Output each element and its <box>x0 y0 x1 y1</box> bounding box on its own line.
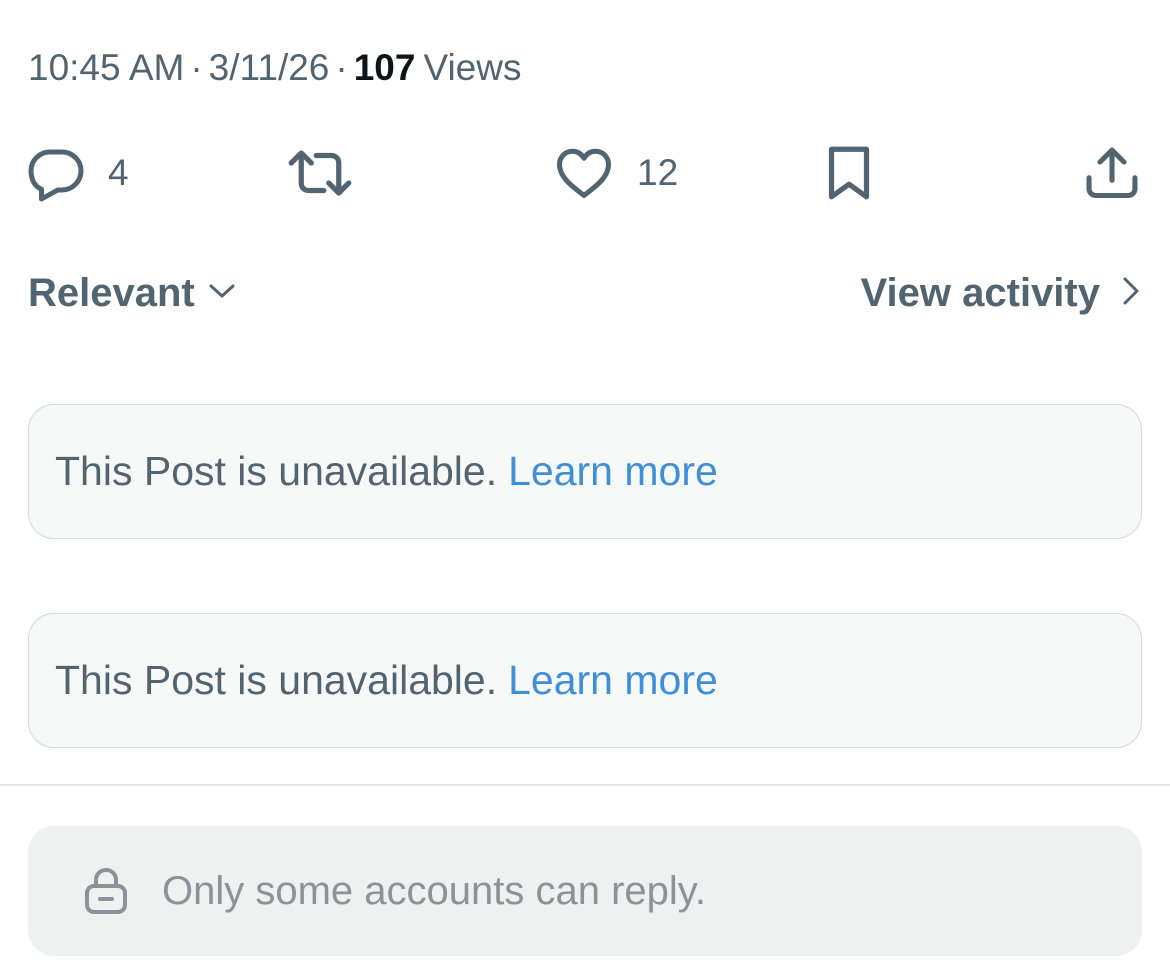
meta-separator: · <box>190 47 203 88</box>
share-button[interactable] <box>1083 138 1141 208</box>
views-label: Views <box>423 47 522 88</box>
repost-button[interactable] <box>286 138 354 208</box>
view-activity-label: View activity <box>860 270 1100 315</box>
repost-icon <box>286 143 354 203</box>
divider <box>0 784 1170 786</box>
unavailable-message: This Post is unavailable. <box>55 448 498 494</box>
reply-restriction-banner: Only some accounts can reply. <box>28 826 1142 956</box>
chevron-right-icon <box>1100 275 1140 312</box>
unavailable-post-card: This Post is unavailable. Learn more <box>28 404 1142 539</box>
unavailable-message: This Post is unavailable. <box>55 657 498 703</box>
post-detail-page: 10:45 AM · 3/11/26 · 107 Views 4 12 Rele… <box>0 0 1170 972</box>
learn-more-link[interactable]: Learn more <box>508 448 718 495</box>
post-date: 3/11/26 <box>208 47 330 88</box>
sort-label: Relevant <box>28 270 195 315</box>
replies-header: Relevant View activity <box>28 266 1140 320</box>
bookmark-icon <box>822 143 876 203</box>
view-activity-link[interactable]: View activity <box>861 266 1140 320</box>
heart-icon <box>553 143 615 203</box>
reply-count: 4 <box>108 152 129 193</box>
like-button[interactable]: 12 <box>553 138 678 208</box>
meta-separator: · <box>335 47 348 88</box>
post-meta: 10:45 AM · 3/11/26 · 107 Views <box>28 42 521 94</box>
like-count: 12 <box>637 152 679 193</box>
share-icon <box>1083 143 1141 203</box>
reply-restriction-text: Only some accounts can reply. <box>162 868 706 913</box>
reply-icon <box>26 143 86 203</box>
unavailable-post-card: This Post is unavailable. Learn more <box>28 613 1142 748</box>
chevron-down-icon <box>195 281 237 306</box>
learn-more-link[interactable]: Learn more <box>508 657 718 704</box>
post-time: 10:45 AM <box>28 47 185 88</box>
reply-button[interactable]: 4 <box>26 138 129 208</box>
reply-sort-dropdown[interactable]: Relevant <box>28 266 237 320</box>
lock-icon <box>83 866 129 916</box>
post-action-bar: 4 12 <box>0 138 1170 208</box>
views-count: 107 <box>353 47 416 88</box>
bookmark-button[interactable] <box>822 138 876 208</box>
